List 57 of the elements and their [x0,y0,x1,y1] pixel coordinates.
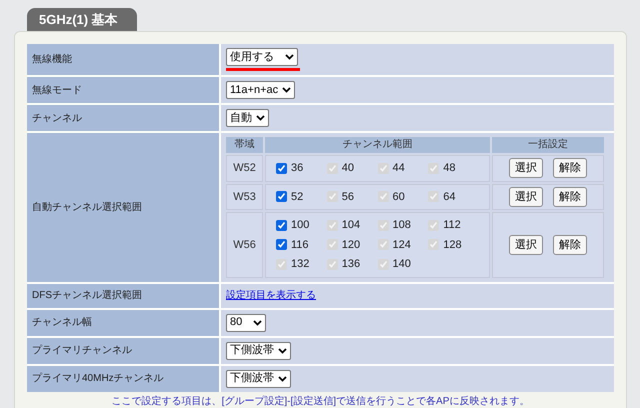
chevron-down-icon [256,115,265,121]
band-button[interactable]: 選択 [509,158,543,178]
dropdown[interactable]: 80 [226,314,266,332]
band-button[interactable]: 解除 [553,186,587,207]
channel-number: 64 [443,190,456,204]
channel-number: 124 [392,238,411,252]
column-header: 帯域 [226,137,263,153]
setting-label: プライマリチャンネル [27,338,219,364]
band-cell: W56 [226,212,263,278]
setting-label: プライマリ40MHzチャンネル [27,366,219,392]
chevron-down-icon [278,348,287,354]
channel-number: 56 [342,190,354,204]
dropdown[interactable]: 使用する [226,48,298,66]
show-settings-link[interactable]: 設定項目を表示する [226,288,316,303]
dropdown[interactable]: 下側波帯 [226,342,291,360]
channel-number: 36 [291,161,304,176]
channel-number: 52 [291,190,304,204]
channel-number: 128 [443,238,462,252]
chevron-down-icon [285,54,294,60]
channel-number: 100 [291,218,310,233]
channel-number: 44 [392,161,405,176]
channel-number: 60 [392,190,405,204]
channel-number: 132 [291,257,310,272]
setting-label: チャンネル幅 [27,310,219,336]
channel-number: 136 [342,257,360,272]
band-cell: W52 [226,155,263,182]
column-header: チャンネル範囲 [265,137,490,153]
setting-label: 自動チャンネル選択範囲 [27,133,219,282]
dropdown[interactable]: 自動 [226,109,269,127]
checkbox[interactable] [276,220,287,231]
band-button[interactable]: 選択 [509,186,543,207]
column-header: 一括設定 [492,137,604,153]
band-button[interactable]: 解除 [553,234,587,255]
chevron-down-icon [278,376,287,382]
dropdown[interactable]: 下側波帯 [226,370,291,388]
setting-label: DFSチャンネル選択範囲 [27,284,219,308]
checkbox[interactable] [276,239,287,250]
band-cell: W53 [226,184,263,210]
checkbox[interactable] [276,162,287,174]
channel-number: 40 [342,161,354,176]
setting-label: 無線モード [27,77,219,103]
setting-label: チャンネル [27,105,219,131]
chevron-down-icon [253,320,262,326]
band-button[interactable]: 解除 [553,158,587,178]
channel-number: 112 [443,218,461,233]
channel-number: 116 [291,238,309,252]
setting-label: 無線機能 [27,44,219,75]
band-button[interactable]: 選択 [509,234,543,255]
dropdown[interactable]: 11a+n+ac [226,81,296,99]
channel-number: 104 [342,218,360,233]
chevron-down-icon [282,87,292,93]
channel-number: 120 [342,238,360,252]
channel-number: 140 [392,257,411,272]
checkbox[interactable] [276,191,287,202]
channel-number: 48 [443,161,456,176]
channel-number: 108 [392,218,411,233]
footer-note: ここで設定する項目は、[グループ設定]-[設定送信]で送信を行うことで各APに反映されます。 [110,394,530,408]
